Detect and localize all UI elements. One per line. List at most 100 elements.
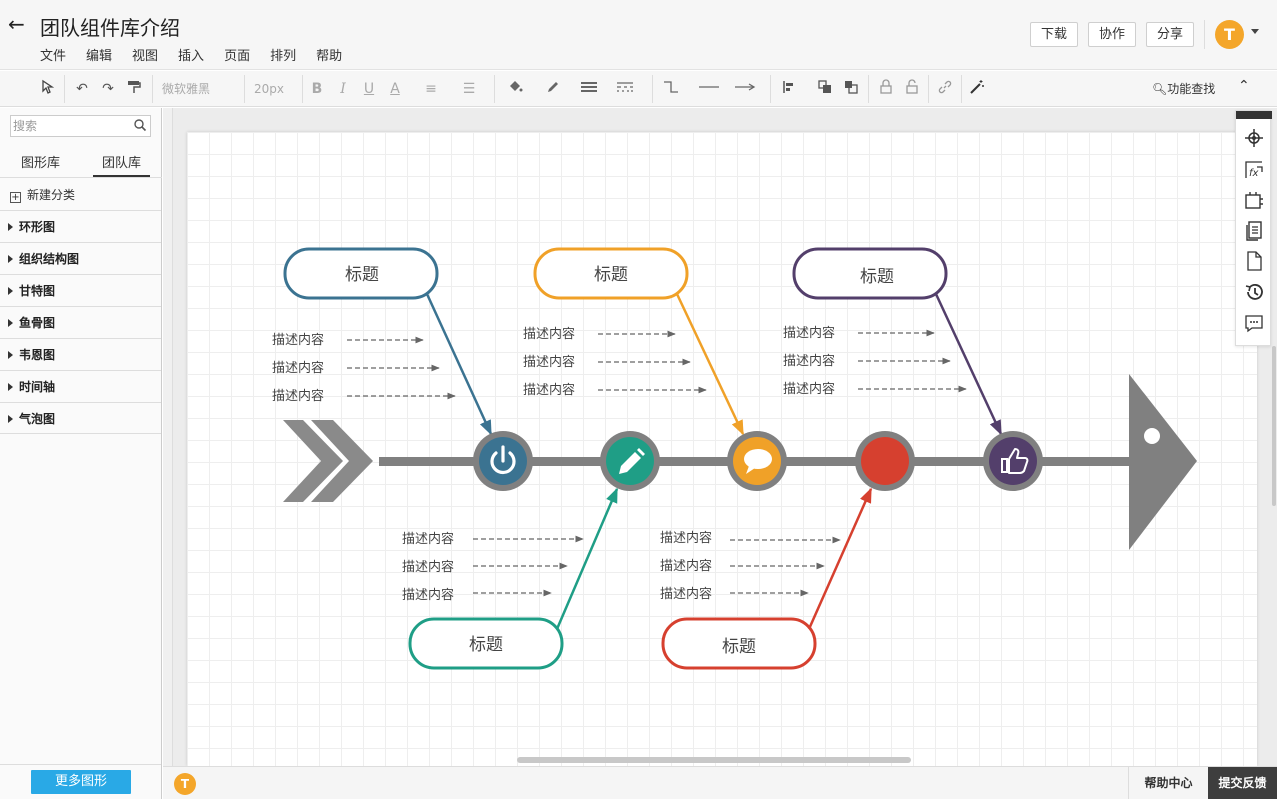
menu-view[interactable]: 视图 <box>132 45 158 64</box>
align-objects-icon[interactable] <box>778 79 800 99</box>
menu-page[interactable]: 页面 <box>224 45 250 64</box>
new-category-button[interactable]: + 新建分类 <box>10 186 75 203</box>
font-family-select[interactable]: 微软雅黑 <box>162 79 236 99</box>
category-timeline[interactable]: 时间轴 <box>0 370 161 402</box>
shape-search-box <box>10 115 151 137</box>
category-org-chart[interactable]: 组织结构图 <box>0 242 161 274</box>
line-end-arrow-icon[interactable] <box>730 79 760 99</box>
function-search[interactable]: 🔍︎功能查找 <box>1152 79 1215 99</box>
horizontal-scrollbar[interactable] <box>517 757 911 763</box>
desc-text: 描述内容 <box>272 388 324 404</box>
more-shapes-button[interactable]: 更多图形 <box>31 770 131 794</box>
download-button[interactable]: 下载 <box>1030 22 1079 47</box>
toolbar-divider <box>494 75 495 103</box>
menu-arrange[interactable]: 排列 <box>270 45 296 64</box>
connector-elbow-icon[interactable] <box>660 79 682 99</box>
back-arrow-icon[interactable]: ← <box>8 12 28 36</box>
category-fishbone[interactable]: 鱼骨图 <box>0 306 161 338</box>
menu-edit[interactable]: 编辑 <box>86 45 112 64</box>
title-box-5[interactable]: 标题 <box>661 617 817 670</box>
title-box-2[interactable]: 标题 <box>533 247 689 300</box>
line-spacing-icon[interactable]: ☰ <box>458 79 480 99</box>
node-red[interactable] <box>855 431 915 491</box>
lock-icon[interactable] <box>876 79 896 99</box>
fill-bucket-icon[interactable] <box>504 79 526 99</box>
canvas-page[interactable]: 标题 标题 标题 标题 标题 描述内容 描述内容 描述内容 描述内容 描述内容 … <box>187 132 1257 766</box>
tab-shape-library[interactable]: 图形库 <box>21 152 60 171</box>
node-power[interactable] <box>473 431 533 491</box>
font-size-select[interactable]: 20px <box>254 79 294 99</box>
bold-button[interactable]: B <box>308 79 326 99</box>
format-painter-select-icon[interactable] <box>36 79 56 99</box>
pages-icon[interactable] <box>1243 219 1265 241</box>
node-thumbs-up[interactable] <box>983 431 1043 491</box>
fishbone-head[interactable] <box>1129 374 1197 550</box>
bone-4[interactable] <box>555 487 619 630</box>
desc-group-4[interactable]: 描述内容 描述内容 描述内容 <box>402 531 584 603</box>
share-button[interactable]: 分享 <box>1146 22 1195 47</box>
node-chat[interactable] <box>727 431 787 491</box>
category-venn[interactable]: 韦恩图 <box>0 338 161 370</box>
send-back-icon[interactable] <box>840 79 862 99</box>
menu-file[interactable]: 文件 <box>40 45 66 64</box>
title-box-4[interactable]: 标题 <box>408 617 564 670</box>
shape-search-input[interactable] <box>13 117 131 135</box>
comment-icon[interactable] <box>1243 312 1265 334</box>
fishbone-timeline-diagram[interactable]: 标题 标题 标题 标题 标题 描述内容 描述内容 描述内容 描述内容 描述内容 … <box>187 132 1257 766</box>
canvas-area[interactable]: 标题 标题 标题 标题 标题 描述内容 描述内容 描述内容 描述内容 描述内容 … <box>163 108 1277 766</box>
search-icon[interactable] <box>133 118 147 132</box>
title-box-3[interactable]: 标题 <box>792 247 948 300</box>
desc-group-1[interactable]: 描述内容 描述内容 描述内容 <box>272 332 456 404</box>
document-title[interactable]: 团队组件库介绍 <box>40 12 180 41</box>
canvas-resize-icon[interactable] <box>1243 189 1265 211</box>
title-text-1: 标题 <box>345 265 379 285</box>
italic-button[interactable]: I <box>334 79 352 99</box>
help-center-button[interactable]: 帮助中心 <box>1128 767 1208 799</box>
collaborator-avatar[interactable]: T <box>174 773 196 795</box>
desc-group-2[interactable]: 描述内容 描述内容 描述内容 <box>523 326 707 398</box>
blank-page-icon[interactable] <box>1243 250 1265 272</box>
menu-insert[interactable]: 插入 <box>178 45 204 64</box>
feedback-button[interactable]: 提交反馈 <box>1208 767 1277 799</box>
bottom-status-bar: T 帮助中心 提交反馈 <box>163 766 1277 799</box>
vertical-scrollbar[interactable] <box>1272 346 1276 506</box>
toolbar-divider <box>244 75 245 103</box>
desc-group-5[interactable]: 描述内容 描述内容 描述内容 <box>660 530 841 602</box>
redo-icon[interactable]: ↷ <box>98 79 118 99</box>
history-icon[interactable] <box>1243 281 1265 303</box>
fishbone-tail[interactable] <box>283 420 373 502</box>
collapse-toolbar-icon[interactable]: ⌃ <box>1238 78 1250 94</box>
category-gantt[interactable]: 甘特图 <box>0 274 161 306</box>
category-ring-chart[interactable]: 环形图 <box>0 210 161 242</box>
bring-front-icon[interactable] <box>814 79 836 99</box>
unlock-icon[interactable] <box>902 79 922 99</box>
line-start-style-icon[interactable] <box>694 79 724 99</box>
desc-group-3[interactable]: 描述内容 描述内容 描述内容 <box>783 325 967 397</box>
collaborate-button[interactable]: 协作 <box>1088 22 1137 47</box>
magic-wand-icon[interactable] <box>967 79 987 99</box>
navigator-crosshair-icon[interactable] <box>1243 127 1265 149</box>
menu-help[interactable]: 帮助 <box>316 45 342 64</box>
formula-icon[interactable]: fx <box>1243 159 1265 181</box>
node-pencil[interactable] <box>600 431 660 491</box>
tab-team-library[interactable]: 团队库 <box>102 152 141 171</box>
chevron-down-icon[interactable] <box>1251 29 1259 34</box>
title-box-1[interactable]: 标题 <box>283 247 439 300</box>
caret-right-icon <box>8 415 13 423</box>
line-dash-icon[interactable] <box>614 79 636 99</box>
link-icon[interactable] <box>935 79 955 99</box>
font-color-button[interactable]: A <box>386 79 404 99</box>
pen-line-color-icon[interactable] <box>542 79 564 99</box>
undo-icon[interactable]: ↶ <box>72 79 92 99</box>
category-bubble[interactable]: 气泡图 <box>0 402 161 434</box>
bone-3[interactable] <box>934 293 1003 436</box>
bone-1[interactable] <box>425 293 493 436</box>
right-tool-panel: fx <box>1235 110 1272 346</box>
align-left-icon[interactable]: ≡ <box>420 79 442 99</box>
bone-2[interactable] <box>675 293 745 436</box>
paint-roller-icon[interactable] <box>124 79 144 99</box>
bone-5[interactable] <box>807 487 873 630</box>
user-avatar[interactable]: T <box>1215 20 1244 49</box>
underline-button[interactable]: U <box>360 79 378 99</box>
line-weight-icon[interactable] <box>578 79 600 99</box>
